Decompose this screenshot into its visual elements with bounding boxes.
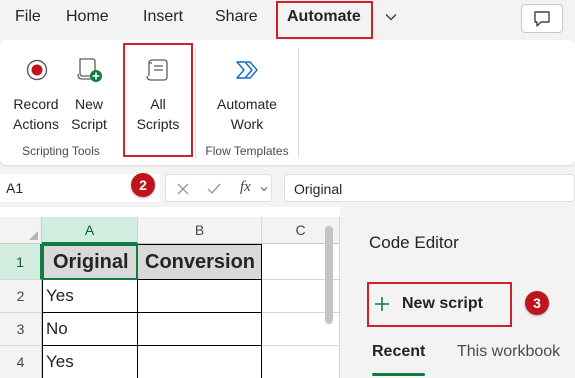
automate-work-button[interactable]: Automate Work	[210, 54, 284, 134]
function-icon[interactable]: fx	[240, 179, 251, 196]
record-icon	[26, 59, 48, 81]
formula-actions: fx	[165, 174, 272, 202]
new-script-ribbon-button[interactable]: New Script	[66, 54, 112, 134]
ribbon-separator	[195, 48, 196, 158]
highlight-automate-tab	[276, 1, 373, 39]
excel-window: File Home Insert Share Automate 1 Record…	[0, 0, 575, 378]
cell-b2[interactable]	[138, 280, 262, 313]
step-badge-3: 3	[525, 291, 549, 315]
step-badge-2: 2	[131, 173, 155, 197]
highlight-all-scripts	[123, 43, 193, 157]
formula-input[interactable]: Original	[284, 174, 575, 202]
chevron-down-icon[interactable]	[260, 185, 268, 193]
cell-a3[interactable]: No	[42, 313, 138, 346]
highlight-new-script	[367, 282, 512, 327]
record-actions-button[interactable]: Record Actions	[8, 54, 64, 134]
ribbon: Record Actions New Script All Scripts Au…	[0, 40, 575, 165]
select-all-corner[interactable]	[0, 217, 42, 244]
tab-this-workbook[interactable]: This workbook	[457, 343, 560, 361]
comments-button[interactable]	[521, 4, 563, 33]
cell-c4[interactable]	[262, 346, 340, 378]
row-header-3[interactable]: 3	[0, 313, 42, 346]
cell-b4[interactable]	[138, 346, 262, 378]
group-label-flow-templates: Flow Templates	[205, 144, 289, 158]
new-script-icon	[77, 58, 102, 82]
group-label-scripting-tools: Scripting Tools	[22, 144, 100, 158]
menu-share[interactable]: Share	[215, 8, 258, 26]
menu-file[interactable]: File	[15, 8, 41, 26]
tab-recent-indicator	[372, 373, 425, 376]
cell-a2[interactable]: Yes	[42, 280, 138, 313]
row-header-2[interactable]: 2	[0, 280, 42, 313]
check-icon[interactable]	[206, 182, 222, 196]
menu-insert[interactable]: Insert	[143, 8, 183, 26]
row-header-1[interactable]: 1	[0, 244, 42, 280]
spreadsheet-grid[interactable]: A B C 1 Original Conversion 2 Yes 3 No 4…	[0, 207, 340, 378]
formula-bar: A1 fx Original	[0, 170, 575, 206]
chevron-down-icon[interactable]	[384, 10, 398, 24]
power-automate-icon	[236, 61, 258, 79]
menu-home[interactable]: Home	[66, 8, 109, 26]
comment-icon	[534, 10, 550, 27]
cell-b1[interactable]: Conversion	[138, 244, 262, 280]
cell-b3[interactable]	[138, 313, 262, 346]
cell-a4[interactable]: Yes	[42, 346, 138, 378]
code-editor-title: Code Editor	[369, 233, 459, 252]
column-header-b[interactable]: B	[138, 217, 262, 244]
corner-triangle-icon	[29, 231, 38, 240]
tab-recent[interactable]: Recent	[372, 343, 425, 361]
vertical-scrollbar[interactable]	[325, 226, 333, 324]
cancel-icon[interactable]	[176, 182, 190, 196]
row-header-4[interactable]: 4	[0, 346, 42, 378]
cell-a1[interactable]: Original	[42, 244, 138, 280]
column-header-a[interactable]: A	[42, 217, 138, 244]
ribbon-separator	[298, 48, 299, 158]
